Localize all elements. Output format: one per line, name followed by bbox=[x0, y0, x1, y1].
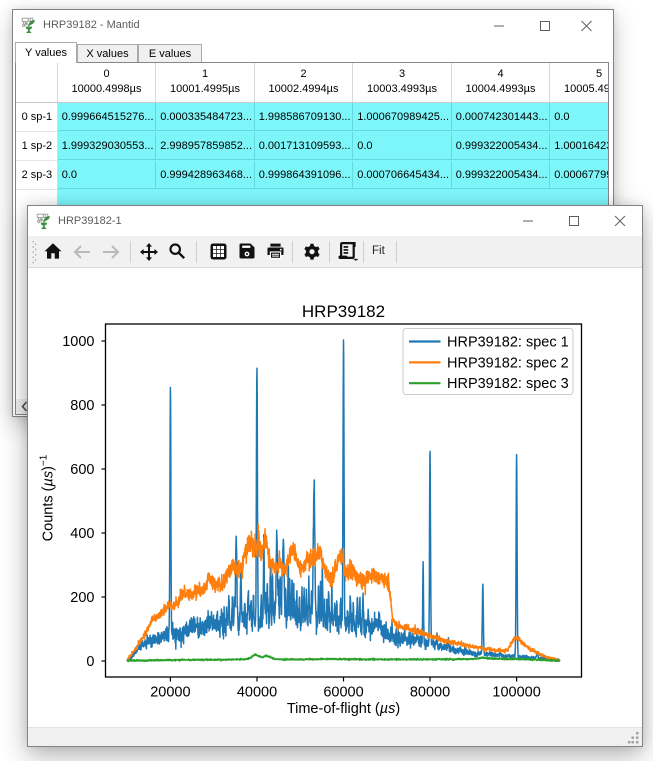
svg-text:80000: 80000 bbox=[410, 685, 450, 701]
svg-text:100000: 100000 bbox=[492, 685, 540, 701]
svg-text:400: 400 bbox=[70, 526, 94, 542]
svg-text:Counts (µs)−1: Counts (µs)−1 bbox=[39, 454, 57, 541]
svg-text:1000: 1000 bbox=[62, 334, 94, 350]
svg-text:0: 0 bbox=[86, 654, 94, 670]
svg-text:HRP39182: spec 2: HRP39182: spec 2 bbox=[447, 355, 569, 371]
svg-text:HRP39182: HRP39182 bbox=[302, 302, 385, 321]
svg-text:40000: 40000 bbox=[237, 685, 277, 701]
svg-text:HRP39182: spec 3: HRP39182: spec 3 bbox=[447, 376, 569, 392]
svg-text:800: 800 bbox=[70, 398, 94, 414]
svg-text:20000: 20000 bbox=[150, 685, 190, 701]
svg-text:HRP39182: spec 1: HRP39182: spec 1 bbox=[447, 335, 569, 351]
svg-text:Time-of-flight (µs): Time-of-flight (µs) bbox=[287, 701, 400, 717]
svg-text:200: 200 bbox=[70, 590, 94, 606]
svg-text:600: 600 bbox=[70, 462, 94, 478]
svg-text:60000: 60000 bbox=[323, 685, 363, 701]
